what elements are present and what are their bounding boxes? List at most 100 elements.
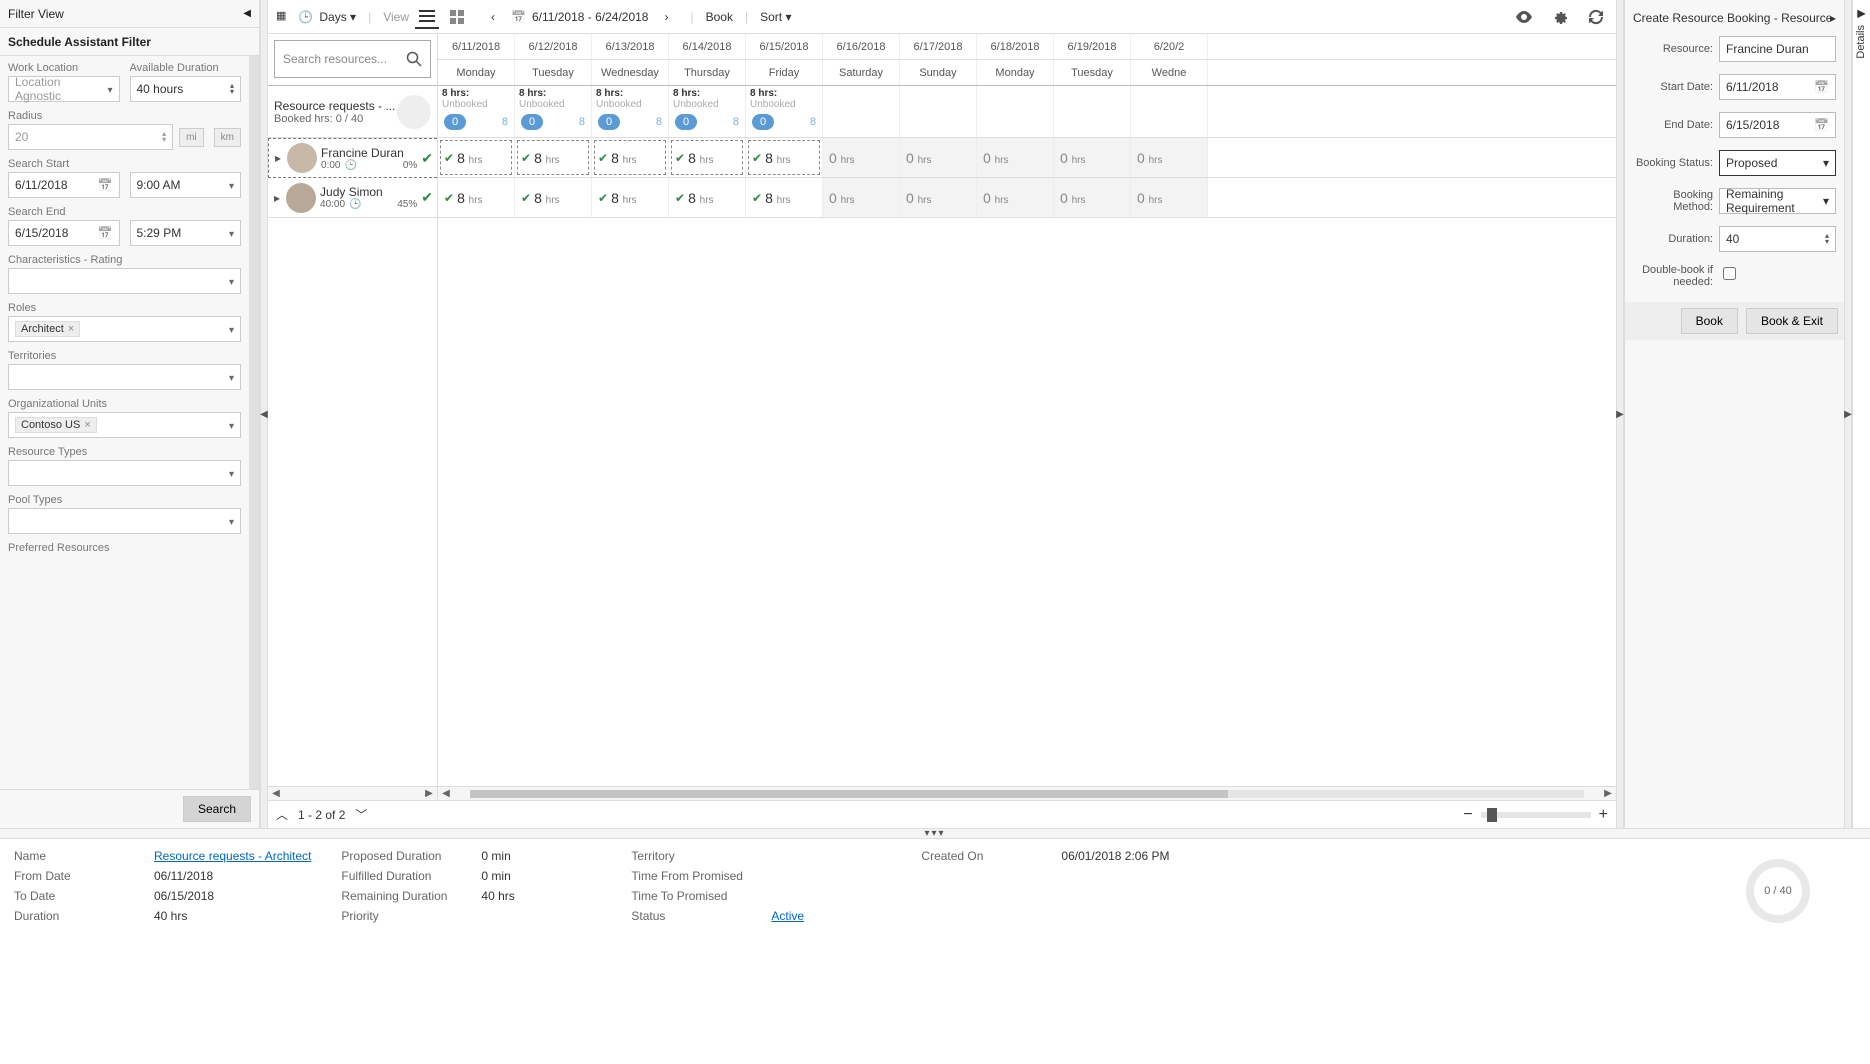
mi-button[interactable]: mi [179,128,204,147]
schedule-cell[interactable]: ✔8 hrs [515,138,592,177]
book-link[interactable]: Book [706,10,733,24]
schedule-cell[interactable]: 0 hrs [900,138,977,177]
resource-row[interactable]: ▸ Judy Simon 40:00🕒45% ✔ [268,178,437,218]
start-date-input[interactable]: 6/11/2018 [1719,74,1836,100]
expand-icon[interactable]: ▸ [272,191,282,205]
scrollbar[interactable] [249,56,259,789]
role-tag[interactable]: Architect× [15,321,80,337]
scroll-left-icon[interactable]: ◀ [268,788,284,799]
splitter-left[interactable]: ◀ [260,0,268,828]
schedule-cell[interactable]: 0 hrs [823,178,900,217]
org-tag[interactable]: Contoso US× [15,417,97,433]
status-link[interactable]: Active [771,909,804,923]
schedule-cell[interactable]: ✔8 hrs [438,138,515,177]
work-location-label: Work Location [8,62,120,74]
grid-view-icon[interactable] [445,5,469,29]
schedule-cell[interactable]: 0 hrs [900,178,977,217]
schedule-cell[interactable]: ✔8 hrs [669,178,746,217]
duration-input[interactable]: 40▴▾ [1719,226,1836,252]
splitter-details[interactable]: ▶ [1844,0,1852,828]
calendar-icon[interactable] [1814,80,1829,94]
eye-icon[interactable] [1512,5,1536,29]
page-down-icon[interactable]: ﹀ [355,806,367,823]
resource-row[interactable]: ▸ Francine Duran 0:00🕒0% ✔ [268,138,437,178]
schedule-cell[interactable]: 0 hrs [1131,138,1208,177]
dow-header: Saturday [823,60,900,85]
search-start-time[interactable]: 9:00 AM [130,172,242,198]
expand-icon[interactable]: ▸ [273,151,283,165]
schedule-cell[interactable]: 0 hrs [977,138,1054,177]
prev-icon[interactable]: ‹ [481,5,505,29]
avail-duration-input[interactable]: 40 hours ▴▾ [130,76,242,102]
zoom-out-icon[interactable]: − [1463,806,1472,824]
schedule-cell[interactable]: 0 hrs [1054,178,1131,217]
date-header: 6/14/2018 [669,34,746,59]
schedule-cell[interactable]: 0 hrs [977,178,1054,217]
schedule-cell[interactable]: 0 hrs [823,138,900,177]
book-button[interactable]: Book [1681,308,1738,334]
sort-select[interactable]: Sort ▾ [760,10,791,24]
search-icon[interactable] [406,51,422,67]
schedule-toolbar: ▦ 🕒 Days ▾ | View ‹ 6/11/2018 - 6/24/201… [268,0,1616,34]
calendar-icon[interactable] [511,10,526,24]
schedule-cell[interactable]: ✔8 hrs [438,178,515,217]
zoom-slider[interactable] [1481,812,1591,818]
scroll-right-icon[interactable]: ▶ [421,788,437,799]
scroll-left-icon[interactable]: ◀ [438,788,454,799]
list-view-icon[interactable] [415,5,439,29]
refresh-icon[interactable] [1584,5,1608,29]
resource-types-select[interactable] [8,460,241,486]
end-date-input[interactable]: 6/15/2018 [1719,112,1836,138]
schedule-cell[interactable]: ✔8 hrs [592,138,669,177]
splitter-bottom[interactable]: ▾▾▾ [0,828,1870,838]
schedule-cell[interactable]: 0 hrs [1054,138,1131,177]
work-location-select[interactable]: Location Agnostic [8,76,120,102]
calendar-icon[interactable] [1814,118,1829,132]
search-end-time[interactable]: 5:29 PM [130,220,242,246]
search-button[interactable]: Search [183,796,251,822]
resource-input[interactable]: Francine Duran [1719,36,1836,62]
territories-select[interactable] [8,364,241,390]
schedule-cell[interactable]: ✔8 hrs [746,178,823,217]
page-up-icon[interactable]: ︿ [276,806,288,823]
schedule-cell[interactable]: ✔8 hrs [746,138,823,177]
requirement-link[interactable]: Resource requests - Architect [154,849,311,863]
search-start-date[interactable]: 6/11/2018 [8,172,120,198]
booking-method-select[interactable]: Remaining Requirement▾ [1719,188,1836,214]
km-button[interactable]: km [214,128,241,147]
next-icon[interactable]: › [654,5,678,29]
pool-types-select[interactable] [8,508,241,534]
radius-input[interactable]: 20 ▴▾ [8,124,173,150]
characteristics-select[interactable] [8,268,241,294]
booking-status-select[interactable]: Proposed▾ [1719,150,1836,176]
splitter-right[interactable]: ▶ [1616,0,1624,828]
remove-tag-icon[interactable]: × [84,419,90,431]
roles-select[interactable]: Architect× [8,316,241,342]
gear-icon[interactable] [1548,5,1572,29]
remove-tag-icon[interactable]: × [68,323,74,335]
double-book-checkbox[interactable] [1723,267,1736,280]
fulfillment-gauge: 0 / 40 [1746,859,1810,923]
details-tab[interactable]: ◀ Details [1852,0,1870,828]
schedule-cell[interactable]: ✔8 hrs [592,178,669,217]
search-resources-input[interactable]: Search resources... [274,40,431,78]
expand-rows-icon[interactable]: ▦ [276,12,286,21]
days-select[interactable]: Days ▾ [319,10,356,24]
check-circle-icon: ✔ [421,150,433,167]
requirement-gauge-icon [397,95,431,129]
schedule-cell[interactable]: ✔8 hrs [515,178,592,217]
org-units-select[interactable]: Contoso US× [8,412,241,438]
date-range[interactable]: 6/11/2018 - 6/24/2018 [532,10,649,24]
spinner-icon[interactable]: ▴▾ [230,83,234,95]
schedule-cell[interactable]: ✔8 hrs [669,138,746,177]
zoom-in-icon[interactable]: + [1599,806,1608,824]
collapse-left-icon[interactable]: ◀ [243,8,251,19]
schedule-cell[interactable]: 0 hrs [1131,178,1208,217]
expand-right-icon[interactable]: ▸ [1830,11,1836,25]
calendar-icon[interactable] [98,178,113,192]
search-end-date[interactable]: 6/15/2018 [8,220,120,246]
h-scrollbar[interactable] [470,790,1584,798]
book-exit-button[interactable]: Book & Exit [1746,308,1838,334]
scroll-right-icon[interactable]: ▶ [1600,788,1616,799]
calendar-icon[interactable] [98,226,113,240]
